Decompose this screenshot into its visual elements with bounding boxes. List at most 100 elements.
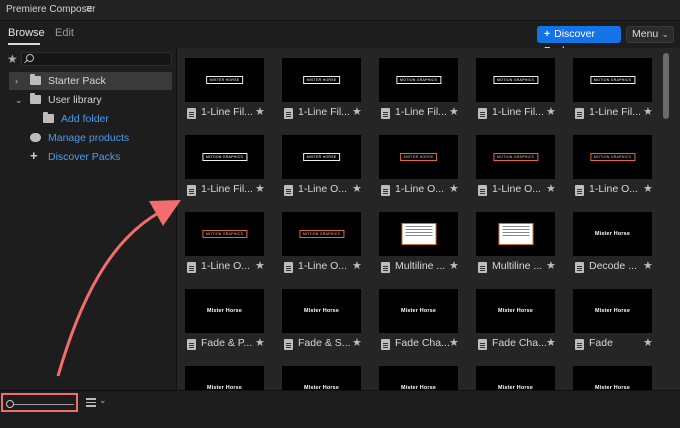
sidebar-item-starter-pack[interactable]: › Starter Pack (9, 72, 172, 90)
template-thumbnail[interactable]: MOTION GRAPHICS (282, 212, 361, 256)
favorite-star-icon[interactable]: ★ (449, 105, 459, 118)
template-tile[interactable]: MOTION GRAPHICS 1-Line O... ★ (468, 125, 558, 197)
template-thumbnail[interactable] (476, 212, 555, 256)
template-tile[interactable]: Mister Horse Fade & S... ★ (274, 279, 364, 351)
favorite-star-icon[interactable]: ★ (546, 336, 556, 349)
favorite-star-icon[interactable]: ★ (449, 182, 459, 195)
template-thumbnail[interactable]: MOTION GRAPHICS (185, 212, 264, 256)
tab-edit[interactable]: Edit (55, 27, 74, 39)
template-thumbnail[interactable]: MISTER HORSE (282, 135, 361, 179)
grid-scrollbar[interactable] (662, 48, 672, 390)
favorite-star-icon[interactable]: ★ (255, 182, 265, 195)
template-tile[interactable]: Mister Horse Fade ★ (565, 279, 655, 351)
hamburger-menu-icon[interactable]: ≡ (86, 3, 92, 15)
template-tile[interactable]: MOTION GRAPHICS 1-Line Fil... ★ (371, 48, 461, 120)
favorite-star-icon[interactable]: ★ (255, 336, 265, 349)
sidebar-item-discover-packs[interactable]: + Discover Packs (9, 148, 172, 166)
sidebar-item-add-folder[interactable]: Add folder (26, 110, 172, 128)
favorite-star-icon[interactable]: ★ (449, 259, 459, 272)
template-tile[interactable]: MOTION GRAPHICS 1-Line Fil... ★ (468, 48, 558, 120)
tile-name: Decode ... (589, 260, 637, 272)
menu-dropdown[interactable]: Menu ⌄ (626, 26, 674, 43)
template-thumbnail[interactable]: MISTER HORSE (185, 58, 264, 102)
favorite-star-icon[interactable]: ★ (643, 336, 653, 349)
tile-name: 1-Line Fil... (492, 106, 544, 118)
chevron-right-icon[interactable]: › (15, 72, 18, 90)
template-tile[interactable]: Mister Horse Decode ... ★ (565, 202, 655, 274)
template-tile[interactable]: MISTER HORSE 1-Line O... ★ (371, 125, 461, 197)
template-thumbnail[interactable]: MOTION GRAPHICS (573, 58, 652, 102)
thumbnail-caption: MOTION GRAPHICS (395, 76, 442, 84)
sidebar-item-label: Discover Packs (48, 151, 121, 163)
thumbnail-caption: MOTION GRAPHICS (589, 153, 636, 161)
document-icon (381, 108, 390, 119)
document-icon (284, 108, 293, 119)
template-thumbnail[interactable]: MOTION GRAPHICS (573, 135, 652, 179)
menu-label: Menu (632, 28, 659, 40)
document-icon (575, 185, 584, 196)
favorite-star-icon[interactable]: ★ (643, 182, 653, 195)
template-tile[interactable]: MISTER HORSE 1-Line O... ★ (274, 125, 364, 197)
template-tile[interactable]: MOTION GRAPHICS 1-Line O... ★ (177, 202, 267, 274)
favorite-star-icon[interactable]: ★ (352, 182, 362, 195)
thumbnail-caption: MISTER HORSE (302, 153, 341, 161)
favorite-star-icon[interactable]: ★ (255, 105, 265, 118)
template-tile[interactable]: MOTION GRAPHICS 1-Line Fil... ★ (565, 48, 655, 120)
favorite-star-icon[interactable]: ★ (546, 259, 556, 272)
template-thumbnail[interactable]: Mister Horse (379, 289, 458, 333)
favorite-star-icon[interactable]: ★ (449, 336, 459, 349)
favorites-star-icon[interactable]: ★ (7, 52, 18, 66)
document-icon (575, 262, 584, 273)
favorite-star-icon[interactable]: ★ (643, 259, 653, 272)
template-thumbnail[interactable]: MOTION GRAPHICS (379, 58, 458, 102)
scrollbar-thumb[interactable] (663, 53, 669, 119)
template-thumbnail[interactable]: MISTER HORSE (379, 135, 458, 179)
chevron-down-icon[interactable]: ⌄ (99, 395, 107, 406)
chevron-down-icon[interactable]: ⌄ (15, 91, 23, 109)
sidebar-item-manage-products[interactable]: Manage products (9, 129, 172, 147)
template-thumbnail[interactable]: Mister Horse (573, 212, 652, 256)
favorite-star-icon[interactable]: ★ (352, 336, 362, 349)
tile-name: 1-Line Fil... (201, 183, 253, 195)
template-tile[interactable]: Multiline ... ★ (371, 202, 461, 274)
template-thumbnail[interactable]: Mister Horse (185, 289, 264, 333)
template-thumbnail[interactable] (379, 212, 458, 256)
tile-name: 1-Line O... (298, 183, 348, 195)
template-thumbnail[interactable]: MOTION GRAPHICS (476, 135, 555, 179)
document-icon (187, 262, 196, 273)
tile-name: Fade (589, 337, 613, 349)
list-view-icon[interactable] (86, 398, 96, 407)
favorite-star-icon[interactable]: ★ (546, 182, 556, 195)
favorite-star-icon[interactable]: ★ (352, 259, 362, 272)
document-icon (381, 262, 390, 273)
folder-icon (30, 93, 41, 104)
favorite-star-icon[interactable]: ★ (352, 105, 362, 118)
template-tile[interactable]: MOTION GRAPHICS 1-Line Fil... ★ (177, 125, 267, 197)
template-tile[interactable]: Mister Horse Fade & P... ★ (177, 279, 267, 351)
search-input[interactable] (21, 52, 172, 66)
template-tile[interactable]: MISTER HORSE 1-Line Fil... ★ (177, 48, 267, 120)
tab-browse[interactable]: Browse (8, 27, 45, 39)
favorite-star-icon[interactable]: ★ (546, 105, 556, 118)
template-thumbnail[interactable]: Mister Horse (282, 289, 361, 333)
template-thumbnail[interactable]: MOTION GRAPHICS (185, 135, 264, 179)
sidebar-item-user-library[interactable]: ⌄ User library (9, 91, 172, 109)
favorite-star-icon[interactable]: ★ (255, 259, 265, 272)
template-tile[interactable]: MOTION GRAPHICS 1-Line O... ★ (565, 125, 655, 197)
template-tile[interactable]: MISTER HORSE 1-Line Fil... ★ (274, 48, 364, 120)
template-tile[interactable]: Mister Horse Fade Cha... ★ (371, 279, 461, 351)
template-tile[interactable]: MOTION GRAPHICS 1-Line O... ★ (274, 202, 364, 274)
document-icon (284, 262, 293, 273)
discover-packs-button[interactable]: +Discover Packs (537, 26, 621, 57)
sidebar-item-label: Add folder (61, 113, 109, 125)
template-tile[interactable]: Mister Horse Fade Cha... ★ (468, 279, 558, 351)
add-folder-icon (43, 112, 54, 123)
template-thumbnail[interactable]: Mister Horse (573, 289, 652, 333)
template-tile[interactable]: Multiline ... ★ (468, 202, 558, 274)
template-thumbnail[interactable]: Mister Horse (476, 289, 555, 333)
favorite-star-icon[interactable]: ★ (643, 105, 653, 118)
folder-icon (30, 74, 41, 85)
template-thumbnail[interactable]: MOTION GRAPHICS (476, 58, 555, 102)
thumbnail-caption: Mister Horse (594, 308, 631, 314)
template-thumbnail[interactable]: MISTER HORSE (282, 58, 361, 102)
